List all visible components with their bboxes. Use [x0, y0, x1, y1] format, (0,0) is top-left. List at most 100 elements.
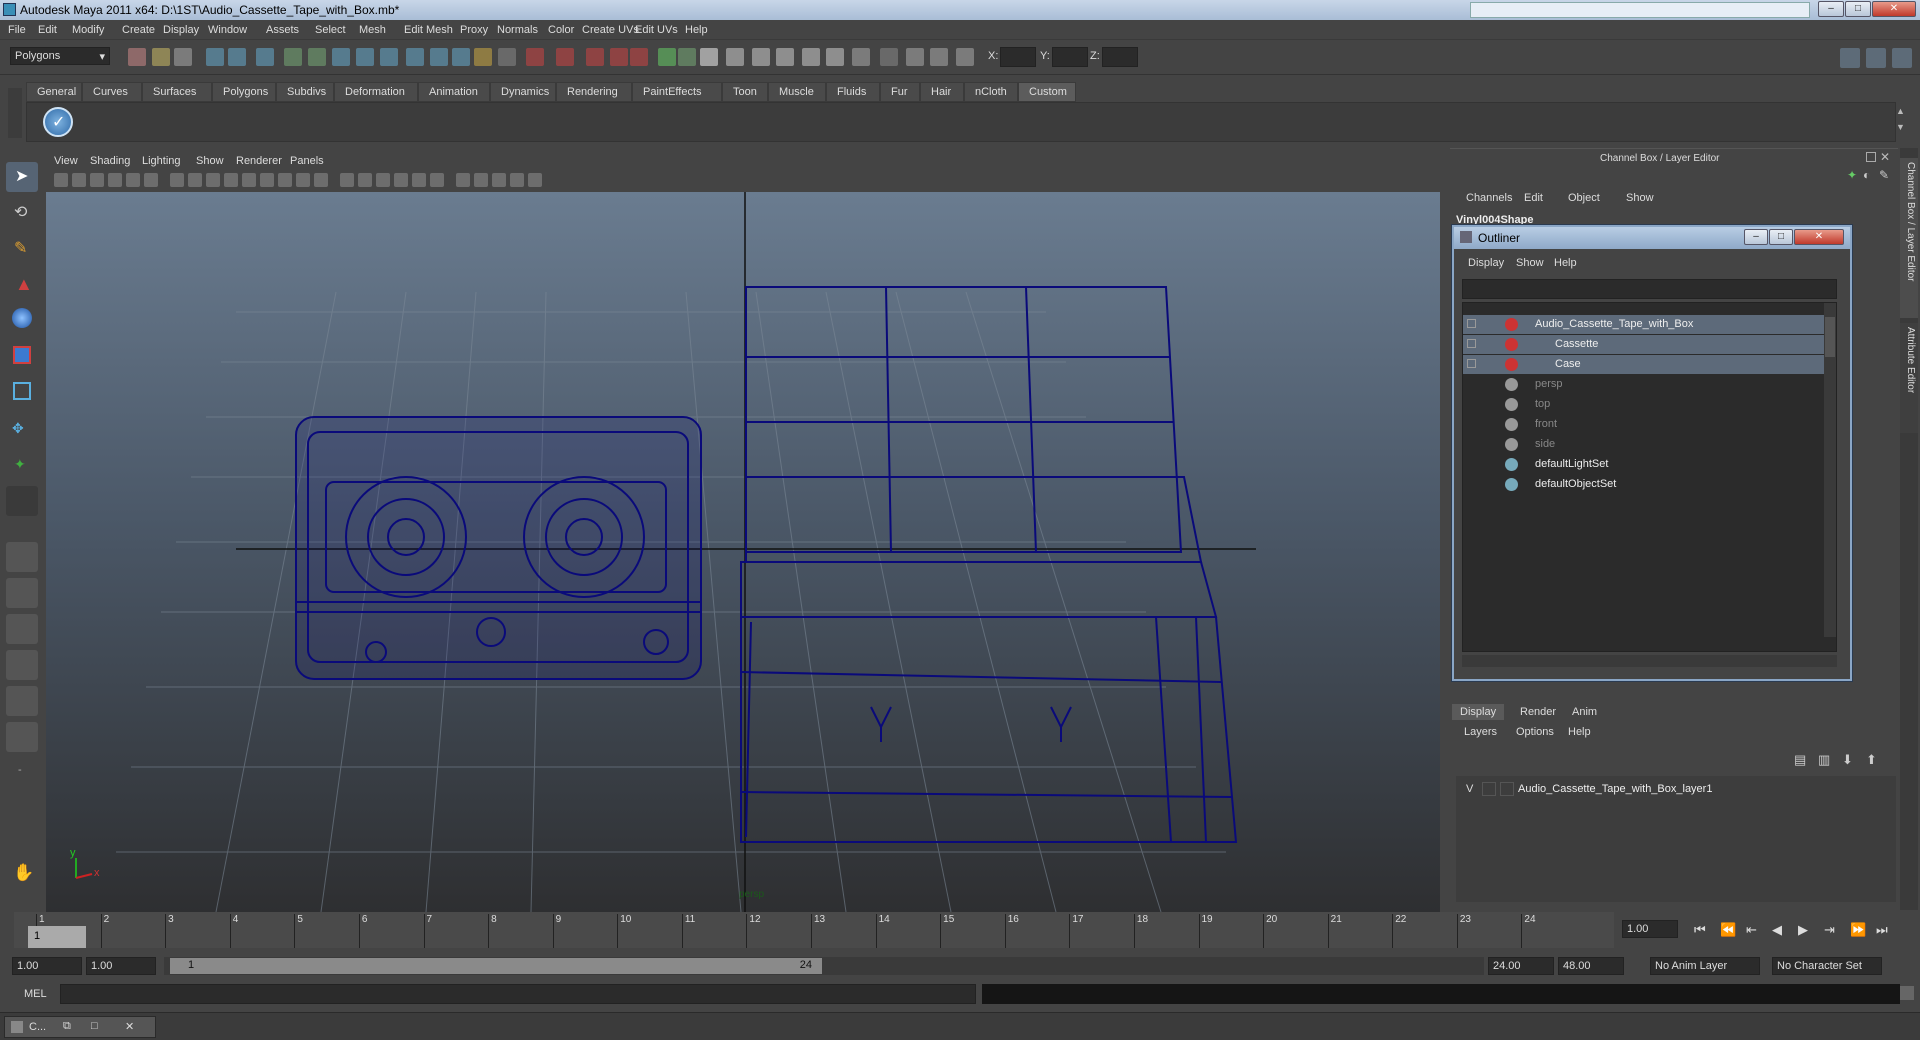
shelf-tab-curves[interactable]: Curves: [82, 82, 142, 102]
universal-manipulator-icon[interactable]: [6, 378, 38, 408]
status-line-tool-icon[interactable]: [700, 48, 718, 66]
viewport-toolbar-icon[interactable]: [90, 173, 104, 187]
viewport-toolbar-icon[interactable]: [54, 173, 68, 187]
shelf-scroll-arrows[interactable]: ▲ ▼: [1896, 106, 1910, 136]
menu-modify[interactable]: Modify: [72, 24, 104, 36]
current-frame-marker[interactable]: 1: [28, 926, 86, 948]
channel-box-menu-channels[interactable]: Channels: [1466, 192, 1512, 204]
viewport-menu-show[interactable]: Show: [196, 155, 224, 167]
go-to-start-icon[interactable]: ⏮: [1694, 922, 1706, 938]
viewport-menu-panels[interactable]: Panels: [290, 155, 324, 167]
shelf-tab-muscle[interactable]: Muscle: [768, 82, 826, 102]
status-line-tool-icon[interactable]: [332, 48, 350, 66]
shelf-menu-handle[interactable]: [8, 88, 22, 138]
viewport-toolbar-icon[interactable]: [412, 173, 426, 187]
attribute-editor-side-tab[interactable]: Attribute Editor: [1900, 323, 1918, 433]
status-line-tool-icon[interactable]: [406, 48, 424, 66]
time-slider[interactable]: 1 2 3 4 5 6 7 8 9 10 11 12 13 14 15 16 17 18 19 20 21 22 23 24 …: [0, 912, 1920, 950]
move-tool-icon[interactable]: ▲: [6, 270, 38, 300]
end-time-field[interactable]: 48.00: [1558, 957, 1624, 975]
status-line-tool-icon[interactable]: [356, 48, 374, 66]
pen-icon[interactable]: ✎: [1879, 168, 1889, 182]
viewport-toolbar-icon[interactable]: [296, 173, 310, 187]
new-layer-selected-icon[interactable]: ▥: [1818, 752, 1830, 768]
layer-tab-render[interactable]: Render: [1512, 704, 1564, 720]
outliner-item[interactable]: persp: [1463, 375, 1835, 394]
shelf-tab-polygons[interactable]: Polygons: [212, 82, 276, 102]
maximize-icon[interactable]: □: [91, 1020, 98, 1032]
status-line-tool-icon[interactable]: [880, 48, 898, 66]
menu-window[interactable]: Window: [208, 24, 247, 36]
status-line-tool-icon[interactable]: [256, 48, 274, 66]
channel-box-menu-show[interactable]: Show: [1626, 192, 1654, 204]
status-line-tool-icon[interactable]: [284, 48, 302, 66]
menu-assets[interactable]: Assets: [266, 24, 299, 36]
menu-mesh[interactable]: Mesh: [359, 24, 386, 36]
step-forward-frame-icon[interactable]: ⇥: [1824, 922, 1835, 938]
shelf-tab-rendering[interactable]: Rendering: [556, 82, 632, 102]
playback-end-field[interactable]: 24.00: [1488, 957, 1554, 975]
outliner-maximize-button[interactable]: □: [1769, 229, 1793, 245]
viewport-toolbar-icon[interactable]: [474, 173, 488, 187]
go-to-end-icon[interactable]: ⏭: [1876, 922, 1888, 938]
scale-tool-icon[interactable]: [6, 342, 38, 372]
expand-toggle-icon[interactable]: [1467, 359, 1476, 368]
expand-toggle-icon[interactable]: [1467, 339, 1476, 348]
viewport-toolbar-icon[interactable]: [394, 173, 408, 187]
perspective-viewport[interactable]: persp y x: [46, 192, 1440, 912]
channel-box-toggle-icon[interactable]: [1892, 48, 1912, 68]
outliner-vscrollbar[interactable]: [1824, 303, 1836, 637]
menu-edit[interactable]: Edit: [38, 24, 57, 36]
status-line-tool-icon[interactable]: [956, 48, 974, 66]
viewport-menu-lighting[interactable]: Lighting: [142, 155, 181, 167]
shelf-tab-fur[interactable]: Fur: [880, 82, 920, 102]
outliner-item[interactable]: Cassette: [1463, 335, 1835, 354]
menu-create-uvs[interactable]: Create UVs: [582, 24, 639, 36]
arrow-up-icon[interactable]: ▲: [1896, 106, 1905, 116]
channel-box-menu-edit[interactable]: Edit: [1524, 192, 1543, 204]
menu-create[interactable]: Create: [122, 24, 155, 36]
outliner-minimize-button[interactable]: –: [1744, 229, 1768, 245]
viewport-toolbar-icon[interactable]: [188, 173, 202, 187]
z-field[interactable]: [1102, 47, 1138, 67]
outliner-item[interactable]: side: [1463, 435, 1835, 454]
checkmark-shelf-icon[interactable]: ✓: [43, 107, 73, 137]
status-line-tool-icon[interactable]: [802, 48, 820, 66]
menu-normals[interactable]: Normals: [497, 24, 538, 36]
layer-tab-display[interactable]: Display: [1452, 704, 1505, 720]
status-line-tool-icon[interactable]: [556, 48, 574, 66]
playback-start-field[interactable]: 1.00: [86, 957, 156, 975]
viewport-toolbar-icon[interactable]: [358, 173, 372, 187]
mel-label[interactable]: MEL: [24, 988, 47, 1000]
viewport-toolbar-icon[interactable]: [456, 173, 470, 187]
layout-menu-icon[interactable]: -: [6, 758, 38, 788]
paint-select-tool-icon[interactable]: ✎: [6, 234, 38, 264]
viewport-toolbar-icon[interactable]: [242, 173, 256, 187]
close-button[interactable]: ✕: [1872, 1, 1916, 17]
menu-file[interactable]: File: [8, 24, 26, 36]
persp-graph-layout-icon[interactable]: [6, 650, 38, 680]
layer-tab-anim[interactable]: Anim: [1564, 704, 1605, 720]
menu-display[interactable]: Display: [163, 24, 199, 36]
minimize-button[interactable]: –: [1818, 1, 1844, 17]
layer-menu-help[interactable]: Help: [1568, 726, 1591, 738]
status-line-tool-icon[interactable]: [930, 48, 948, 66]
soft-mod-tool-icon[interactable]: ✥: [6, 414, 38, 444]
status-line-tool-icon[interactable]: [852, 48, 870, 66]
menu-set-select[interactable]: Polygons ▾: [10, 47, 110, 65]
shelf-tab-deformation[interactable]: Deformation: [334, 82, 418, 102]
anim-layer-select[interactable]: No Anim Layer: [1650, 957, 1760, 975]
play-backwards-icon[interactable]: ◀: [1772, 922, 1782, 938]
status-line-tool-icon[interactable]: [308, 48, 326, 66]
outliner-item[interactable]: top: [1463, 395, 1835, 414]
outliner-hscrollbar[interactable]: [1462, 655, 1837, 667]
maximize-button[interactable]: □: [1845, 1, 1871, 17]
viewport-toolbar-icon[interactable]: [376, 173, 390, 187]
persp-hypershade-layout-icon[interactable]: [6, 686, 38, 716]
viewport-toolbar-icon[interactable]: [108, 173, 122, 187]
shelf-tab-custom[interactable]: Custom: [1018, 82, 1076, 102]
outliner-item[interactable]: front: [1463, 415, 1835, 434]
shelf-tab-toon[interactable]: Toon: [722, 82, 768, 102]
outliner-close-button[interactable]: ✕: [1794, 229, 1844, 245]
menu-color[interactable]: Color: [548, 24, 574, 36]
